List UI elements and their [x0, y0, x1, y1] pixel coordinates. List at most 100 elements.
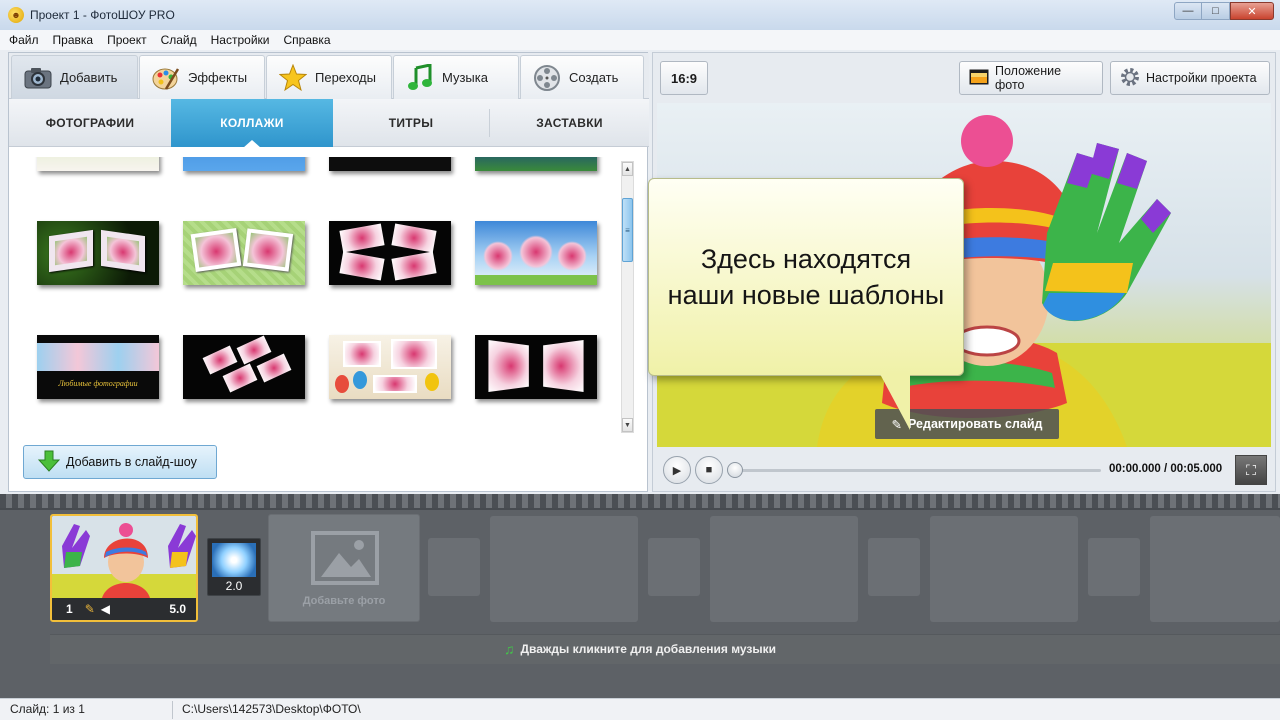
project-settings-button[interactable]: Настройки проекта — [1110, 61, 1270, 95]
collage-caption: Любимые фотографии — [58, 379, 138, 388]
menu-project[interactable]: Проект — [107, 33, 147, 47]
collage-thumb[interactable] — [183, 157, 305, 171]
timeline: 1 ✎ ◀ 5.0 2.0 Добавьте фото ♫ Дважды кли… — [0, 494, 1280, 698]
fullscreen-icon: ⛶ — [1246, 461, 1256, 478]
callout-tail — [880, 374, 910, 430]
music-note-icon — [406, 63, 434, 92]
sub-tabs: ФОТОГРАФИИ КОЛЛАЖИ ТИТРЫ ЗАСТАВКИ — [9, 99, 649, 148]
collage-thumb[interactable] — [475, 335, 597, 399]
tab-transitions-label: Переходы — [315, 70, 376, 85]
collage-thumb[interactable] — [475, 157, 597, 171]
maximize-button[interactable]: □ — [1202, 2, 1230, 20]
gallery-scrollbar[interactable]: ▲ ≡ ▼ — [621, 161, 634, 433]
minimize-button[interactable]: — — [1174, 2, 1202, 20]
arrow-down-icon — [37, 450, 61, 475]
subtab-collages[interactable]: КОЛЛАЖИ — [171, 99, 333, 148]
slide-thumbnail — [52, 516, 196, 598]
aspect-ratio-button[interactable]: 16:9 — [660, 61, 708, 95]
empty-transition-slot — [868, 538, 920, 596]
add-to-slideshow-label: Добавить в слайд-шоу — [66, 455, 197, 469]
edit-slide-label: Редактировать слайд — [908, 417, 1043, 431]
media-panel: Добавить Эффекты Переходы Музыка Создать — [8, 52, 649, 492]
menu-settings[interactable]: Настройки — [211, 33, 270, 47]
slide-duration: 5.0 — [169, 602, 186, 616]
empty-slide-slot — [930, 516, 1078, 622]
tab-effects[interactable]: Эффекты — [139, 55, 265, 99]
empty-slide-slot — [490, 516, 638, 622]
status-slide-count: Слайд: 1 из 1 — [10, 702, 85, 716]
add-photo-slot[interactable]: Добавьте фото — [268, 514, 420, 622]
stop-button[interactable]: ■ — [695, 456, 723, 484]
empty-slide-slot — [710, 516, 858, 622]
slide-number: 1 — [66, 602, 73, 616]
menu-bar: Файл Правка Проект Слайд Настройки Справ… — [0, 30, 1280, 50]
collage-thumb[interactable] — [329, 335, 451, 399]
music-note-icon: ♫ — [503, 641, 515, 657]
add-to-slideshow-button[interactable]: Добавить в слайд-шоу — [23, 445, 217, 479]
slide-info-bar: 1 ✎ ◀ 5.0 — [52, 598, 196, 620]
gear-icon — [1120, 67, 1140, 90]
collage-thumb[interactable] — [37, 157, 159, 171]
fullscreen-button[interactable]: ⛶ — [1235, 455, 1267, 485]
timeline-slide[interactable]: 1 ✎ ◀ 5.0 — [50, 514, 198, 622]
menu-edit[interactable]: Правка — [53, 33, 94, 47]
film-perforation — [0, 494, 1280, 510]
timecode: 00:00.000 / 00:05.000 — [1109, 463, 1223, 475]
subtab-photos[interactable]: ФОТОГРАФИИ — [9, 99, 171, 147]
film-reel-icon — [533, 64, 561, 92]
playback-knob[interactable] — [727, 462, 743, 478]
scroll-down-arrow[interactable]: ▼ — [622, 418, 633, 432]
tab-add[interactable]: Добавить — [11, 55, 138, 99]
collage-thumb[interactable] — [183, 335, 305, 399]
image-placeholder-icon — [311, 531, 379, 588]
empty-transition-slot — [648, 538, 700, 596]
tab-create-label: Создать — [569, 70, 619, 85]
transition-duration: 2.0 — [225, 579, 243, 593]
photo-position-button[interactable]: Положение фото — [959, 61, 1103, 95]
collage-gallery: Любимые фотографии — [21, 157, 621, 437]
collage-thumb[interactable] — [475, 221, 597, 285]
subtab-titles[interactable]: ТИТРЫ — [333, 99, 489, 147]
tab-music[interactable]: Музыка — [393, 55, 519, 99]
transition-preview — [212, 543, 256, 577]
empty-slide-slot — [1150, 516, 1280, 622]
main-tabs: Добавить Эффекты Переходы Музыка Создать — [9, 53, 649, 99]
menu-file[interactable]: Файл — [9, 33, 39, 47]
collage-thumb[interactable] — [37, 221, 159, 285]
collage-thumb[interactable]: Любимые фотографии — [37, 335, 159, 399]
collage-thumb[interactable] — [329, 221, 451, 285]
playback-track[interactable] — [735, 469, 1101, 472]
menu-help[interactable]: Справка — [283, 33, 330, 47]
speaker-icon[interactable]: ◀ — [101, 602, 110, 616]
camera-icon — [24, 64, 52, 92]
tab-add-label: Добавить — [60, 70, 118, 85]
callout-tooltip: Здесь находятся наши новые шаблоны — [648, 178, 964, 376]
transition-thumb[interactable]: 2.0 — [207, 538, 261, 596]
tab-transitions[interactable]: Переходы — [266, 55, 392, 99]
collage-thumb[interactable] — [183, 221, 305, 285]
tab-music-label: Музыка — [442, 70, 488, 85]
menu-slide[interactable]: Слайд — [161, 33, 197, 47]
project-settings-label: Настройки проекта — [1146, 71, 1257, 85]
status-bar: Слайд: 1 из 1 C:\Users\142573\Desktop\ФО… — [0, 698, 1280, 720]
collage-thumb[interactable] — [329, 157, 451, 171]
player-controls: ▶ ■ 00:00.000 / 00:05.000 ⛶ — [657, 451, 1271, 489]
scroll-thumb[interactable]: ≡ — [622, 198, 633, 262]
music-hint: ♫ Дважды кликните для добавления музыки — [0, 634, 1280, 664]
empty-transition-slot — [428, 538, 480, 596]
music-hint-label: Дважды кликните для добавления музыки — [520, 642, 777, 656]
close-button[interactable]: ✕ — [1230, 2, 1274, 20]
callout-text: Здесь находятся наши новые шаблоны — [667, 244, 945, 310]
add-photo-label: Добавьте фото — [302, 595, 386, 607]
app-icon: ☻ — [8, 7, 24, 23]
tab-create[interactable]: Создать — [520, 55, 644, 99]
window-controls: — □ ✕ — [1174, 2, 1274, 20]
pencil-icon[interactable]: ✎ — [85, 602, 95, 616]
play-button[interactable]: ▶ — [663, 456, 691, 484]
empty-transition-slot — [1088, 538, 1140, 596]
window-title: Проект 1 - ФотоШОУ PRO — [30, 8, 175, 22]
subtab-intros[interactable]: ЗАСТАВКИ — [490, 99, 649, 147]
title-bar: ☻ Проект 1 - ФотоШОУ PRO — □ ✕ — [0, 0, 1280, 30]
scroll-up-arrow[interactable]: ▲ — [622, 162, 633, 176]
image-icon — [969, 69, 989, 88]
